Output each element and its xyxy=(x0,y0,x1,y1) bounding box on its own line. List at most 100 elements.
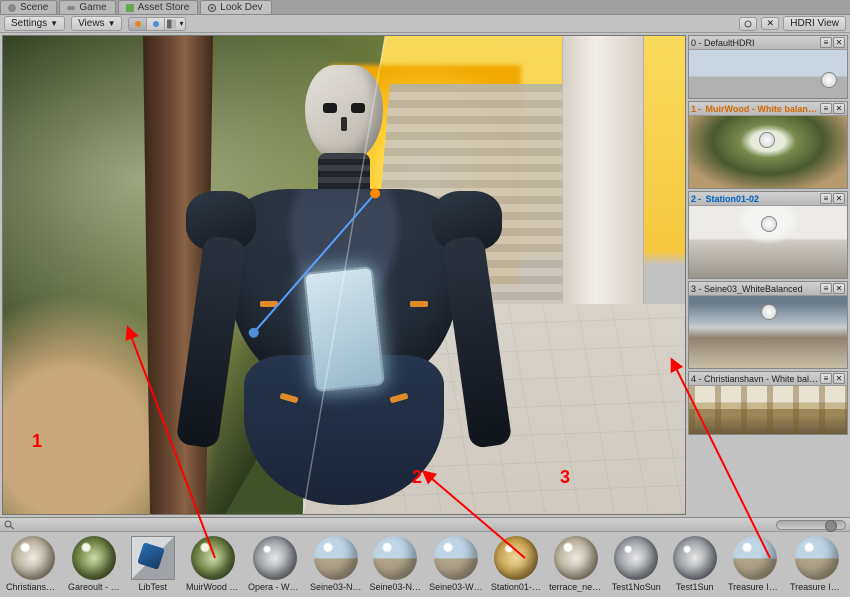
hdri-close-button[interactable]: ✕ xyxy=(833,193,845,204)
game-icon xyxy=(66,3,76,13)
tab-game[interactable]: Game xyxy=(59,0,115,14)
asset-label: Seine03-N… xyxy=(310,582,362,592)
hdri-title: Christianshavn - White balanced xyxy=(704,374,820,384)
lookdev-toolbar: Settings ▼ Views ▼ ▾ ✕ HDRI View xyxy=(0,15,850,33)
view-picker-group: ▾ xyxy=(128,17,186,31)
hdri-view-button[interactable]: HDRI View xyxy=(783,16,846,31)
asset-label: Treasure Is… xyxy=(790,582,844,592)
asset-label: Seine03-W… xyxy=(429,582,483,592)
asset-item[interactable]: Seine03-W… xyxy=(429,536,483,592)
tab-label: Scene xyxy=(20,2,48,13)
hdri-thumbnail xyxy=(689,50,847,98)
asset-item[interactable]: Test1Sun xyxy=(670,536,720,592)
tab-look-dev[interactable]: Look Dev xyxy=(200,0,271,14)
search-icon[interactable] xyxy=(4,520,16,530)
sun-gizmo-icon xyxy=(761,304,777,320)
view-2-button[interactable] xyxy=(146,17,164,31)
asset-item[interactable]: Seine03-N… xyxy=(370,536,422,592)
hdri-close-button[interactable]: ✕ xyxy=(833,373,845,384)
asset-item[interactable]: Christiansh… xyxy=(6,536,60,592)
floor xyxy=(303,304,685,514)
scene-icon xyxy=(7,3,17,13)
hdri-close-button[interactable]: ✕ xyxy=(833,37,845,48)
chevron-down-icon: ▼ xyxy=(50,19,58,28)
hdri-thumbnail xyxy=(689,296,847,368)
tab-asset-store[interactable]: Asset Store xyxy=(118,0,199,14)
asset-item[interactable]: Treasure Is… xyxy=(790,536,844,592)
main-area: 1 2 3 0 - DefaultHDRI ≡ ✕ 1 - MuirWood -… xyxy=(0,33,850,517)
annotation-3: 3 xyxy=(560,467,570,488)
tab-label: Look Dev xyxy=(220,2,262,13)
asset-item[interactable]: Seine03-N… xyxy=(310,536,362,592)
settings-dropdown[interactable]: Settings ▼ xyxy=(4,16,65,31)
tab-label: Game xyxy=(79,2,106,13)
hdri-title: Seine03_WhiteBalanced xyxy=(704,284,820,294)
asset-label: MuirWood - … xyxy=(186,582,240,592)
chevron-down-icon: ▼ xyxy=(108,19,116,28)
chevron-down-icon: ▾ xyxy=(179,19,183,28)
asset-label: Opera - Whi… xyxy=(248,582,302,592)
hdri-slot-4[interactable]: 4 - Christianshavn - White balanced ≡ ✕ xyxy=(688,371,848,435)
asset-label: Test1NoSun xyxy=(612,582,661,592)
asset-item[interactable]: Test1NoSun xyxy=(611,536,661,592)
sun-gizmo-icon xyxy=(761,216,777,232)
split-icon xyxy=(167,19,176,29)
annotation-2: 2 xyxy=(412,467,422,488)
expand-toggle-button[interactable]: ✕ xyxy=(761,17,779,30)
asset-item[interactable]: Treasure Is… xyxy=(728,536,782,592)
hdri-title: DefaultHDRI xyxy=(704,38,820,48)
split-mode-dropdown[interactable]: ▾ xyxy=(164,17,186,31)
hdri-options-button[interactable]: ≡ xyxy=(820,193,832,204)
thumbnail-size-slider[interactable] xyxy=(776,520,846,530)
asset-item[interactable]: Gareoult - … xyxy=(68,536,120,592)
hdri-thumbnail xyxy=(689,206,847,278)
circle-dot-icon xyxy=(151,19,161,29)
view-1-button[interactable] xyxy=(128,17,146,31)
asset-grid: Christiansh… Gareoult - … LibTest MuirWo… xyxy=(0,532,850,597)
asset-browser: Christiansh… Gareoult - … LibTest MuirWo… xyxy=(0,517,850,597)
sync-toggle-button[interactable] xyxy=(739,17,757,31)
asset-label: Treasure Is… xyxy=(728,582,782,592)
hdri-thumbnail xyxy=(689,386,847,434)
hdri-options-button[interactable]: ≡ xyxy=(820,103,832,114)
hdri-side-panel: 0 - DefaultHDRI ≡ ✕ 1 - MuirWood - White… xyxy=(688,33,850,517)
hdri-slot-2[interactable]: 2 - Station01-02 ≡ ✕ xyxy=(688,191,848,279)
asset-label: LibTest xyxy=(139,582,168,592)
window-tab-bar: Scene Game Asset Store Look Dev xyxy=(0,0,850,15)
hdri-close-button[interactable]: ✕ xyxy=(833,283,845,294)
asset-label: Christiansh… xyxy=(6,582,60,592)
asset-label: Gareoult - … xyxy=(68,582,120,592)
tab-scene[interactable]: Scene xyxy=(0,0,57,14)
link-icon xyxy=(743,19,753,29)
settings-label: Settings xyxy=(11,18,47,29)
hdri-options-button[interactable]: ≡ xyxy=(820,37,832,48)
views-dropdown[interactable]: Views ▼ xyxy=(71,16,122,31)
hdri-view-label: HDRI View xyxy=(790,18,839,29)
annotation-1: 1 xyxy=(32,431,42,452)
hdri-close-button[interactable]: ✕ xyxy=(833,103,845,114)
hdri-options-button[interactable]: ≡ xyxy=(820,373,832,384)
viewport-container: 1 2 3 xyxy=(0,33,688,517)
hdri-slot-0[interactable]: 0 - DefaultHDRI ≡ ✕ xyxy=(688,35,848,99)
asset-label: Station01-… xyxy=(491,582,541,592)
circle-dot-icon xyxy=(133,19,143,29)
views-label: Views xyxy=(78,18,105,29)
asset-label: Seine03-N… xyxy=(370,582,422,592)
asset-item[interactable]: Opera - Whi… xyxy=(248,536,302,592)
asset-item[interactable]: Station01-… xyxy=(491,536,541,592)
hdri-index: 2 xyxy=(691,194,696,204)
asset-item[interactable]: LibTest xyxy=(128,536,178,592)
asset-item[interactable]: terrace_nea… xyxy=(549,536,603,592)
hdri-options-button[interactable]: ≡ xyxy=(820,283,832,294)
lookdev-viewport[interactable] xyxy=(2,35,686,515)
sun-gizmo-icon xyxy=(821,72,837,88)
hdri-index: 1 xyxy=(691,104,696,114)
tree-trunk xyxy=(143,36,213,514)
tab-label: Asset Store xyxy=(138,2,190,13)
hdri-slot-1[interactable]: 1 - MuirWood - White balanced ≡ ✕ xyxy=(688,101,848,189)
asset-label: terrace_nea… xyxy=(549,582,603,592)
hdri-slot-3[interactable]: 3 - Seine03_WhiteBalanced ≡ ✕ xyxy=(688,281,848,369)
asset-item[interactable]: MuirWood - … xyxy=(186,536,240,592)
close-icon: ✕ xyxy=(767,19,775,28)
unity-cube-icon xyxy=(131,536,175,580)
